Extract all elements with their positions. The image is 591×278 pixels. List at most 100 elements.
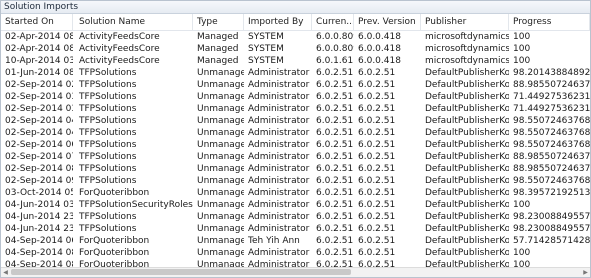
cell-type: Managed bbox=[197, 44, 239, 54]
cell-imported-by: Administrator TFP bbox=[248, 176, 312, 186]
table-row[interactable]: 04-Jun-2014 23:01 TFPSolutions Unmanaged Ad… bbox=[1, 211, 590, 223]
cell-solution-name: ForQuoteribbon bbox=[79, 236, 150, 246]
cell-prev-version: 6.0.2.51 bbox=[358, 92, 396, 102]
cell-started-on: 04-Jun-2014 23:54 bbox=[5, 224, 73, 234]
cell-started-on: 04-Sep-2014 06:15 bbox=[5, 236, 73, 246]
cell-started-on: 02-Apr-2014 08:53 bbox=[5, 32, 73, 42]
table-row[interactable]: 02-Sep-2014 03:25 TFPSolutions Unmanaged Ad… bbox=[1, 103, 590, 115]
table-row[interactable]: 04-Jun-2014 03:30 TFPSolutionSecurityRole… bbox=[1, 199, 590, 211]
table-row[interactable]: 04-Sep-2014 06:15 ForQuoteribbon Unmanaged… bbox=[1, 235, 590, 247]
cell-type: Unmanaged bbox=[197, 80, 244, 90]
table-row[interactable]: 02-Sep-2014 08:31 TFPSolutions Unmanaged Ad… bbox=[1, 163, 590, 175]
cell-solution-name: TFPSolutions bbox=[79, 212, 137, 222]
cell-progress: 71.4492753623188 bbox=[513, 92, 590, 102]
table-row[interactable]: 03-Oct-2014 05:21 ForQuoteribbon Unmanaged… bbox=[1, 187, 590, 199]
table-row[interactable]: 02-Sep-2014 07:52 TFPSolutions Unmanaged Ad… bbox=[1, 151, 590, 163]
cell-prev-version: 6.0.2.51 bbox=[358, 68, 396, 78]
cell-imported-by: Administrator TFP bbox=[248, 248, 312, 258]
table-row[interactable]: 02-Sep-2014 04:48 TFPSolutions Unmanaged Ad… bbox=[1, 127, 590, 139]
table-row[interactable]: 10-Apr-2014 03:45 ActivityFeedsCore Manage… bbox=[1, 55, 590, 67]
solution-imports-window: Solution Imports Started On Solution Nam… bbox=[0, 0, 591, 278]
cell-current-version: 6.0.2.51 bbox=[316, 80, 354, 90]
cell-type: Unmanaged bbox=[197, 152, 244, 162]
horizontal-scrollbar[interactable]: ◀ ▶ bbox=[1, 267, 590, 277]
table-row[interactable]: 02-Sep-2014 02:33 TFPSolutions Unmanaged Ad… bbox=[1, 79, 590, 91]
cell-solution-name: TFPSolutions bbox=[79, 176, 137, 186]
column-header-publisher[interactable]: Publisher bbox=[421, 14, 509, 30]
cell-imported-by: Administrator TFP bbox=[248, 212, 312, 222]
cell-publisher: microsoftdynamics bbox=[425, 32, 509, 42]
cell-solution-name: TFPSolutions bbox=[79, 224, 137, 234]
cell-solution-name: ForQuoteribbon bbox=[79, 188, 150, 198]
cell-progress: 98.2300884955752 bbox=[513, 212, 590, 222]
cell-publisher: DefaultPublisherKonicaDev bbox=[425, 128, 509, 138]
cell-imported-by: Administrator TFP bbox=[248, 104, 312, 114]
cell-solution-name: ForQuoteribbon bbox=[79, 248, 150, 258]
cell-prev-version: 6.0.2.51 bbox=[358, 104, 396, 114]
cell-prev-version: 6.0.2.51 bbox=[358, 152, 396, 162]
cell-imported-by: Administrator TFP bbox=[248, 164, 312, 174]
cell-progress: 100 bbox=[513, 32, 531, 42]
cell-started-on: 10-Apr-2014 03:45 bbox=[5, 56, 73, 66]
cell-type: Managed bbox=[197, 56, 239, 66]
table-row[interactable]: 01-Jun-2014 08:20 TFPSolutions Unmanaged Ad… bbox=[1, 67, 590, 79]
column-header-imported-by[interactable]: Imported By bbox=[244, 14, 312, 30]
column-header-started-on[interactable]: Started On bbox=[1, 14, 73, 30]
cell-started-on: 02-Sep-2014 04:10 bbox=[5, 116, 73, 126]
cell-imported-by: Administrator TFP bbox=[248, 80, 312, 90]
cell-publisher: DefaultPublisherKonicaDev bbox=[425, 92, 509, 102]
cell-publisher: DefaultPublisherKonicaDev bbox=[425, 116, 509, 126]
table-row[interactable]: 02-Sep-2014 09:12 TFPSolutions Unmanaged Ad… bbox=[1, 175, 590, 187]
table-row[interactable]: 02-Apr-2014 08:57 ActivityFeedsCore Manage… bbox=[1, 43, 590, 55]
table-row[interactable]: 02-Sep-2014 06:26 TFPSolutions Unmanaged Ad… bbox=[1, 139, 590, 151]
table-row[interactable]: 04-Sep-2014 08:20 ForQuoteribbon Unmanaged… bbox=[1, 247, 590, 259]
cell-progress: 98.2300884955752 bbox=[513, 224, 590, 234]
cell-prev-version: 6.0.2.51 bbox=[358, 164, 396, 174]
column-header-current-version[interactable]: Curren... bbox=[312, 14, 354, 30]
cell-current-version: 6.0.2.51 bbox=[316, 68, 354, 78]
column-header-prev-version[interactable]: Prev. Version bbox=[354, 14, 421, 30]
cell-type: Unmanaged bbox=[197, 224, 244, 234]
cell-solution-name: ActivityFeedsCore bbox=[79, 32, 160, 42]
scroll-right-icon[interactable]: ▶ bbox=[581, 268, 590, 277]
cell-type: Unmanaged bbox=[197, 236, 244, 246]
table-row[interactable]: 02-Sep-2014 03:03 TFPSolutions Unmanaged Ad… bbox=[1, 91, 590, 103]
column-header-progress[interactable]: Progress bbox=[509, 14, 590, 30]
cell-publisher: DefaultPublisherKonicaDev bbox=[425, 236, 509, 246]
cell-prev-version: 6.0.2.51 bbox=[358, 212, 396, 222]
cell-started-on: 04-Sep-2014 08:20 bbox=[5, 248, 73, 258]
cell-current-version: 6.0.2.51 bbox=[316, 92, 354, 102]
cell-solution-name: ActivityFeedsCore bbox=[79, 56, 160, 66]
cell-current-version: 6.0.2.51 bbox=[316, 176, 354, 186]
column-header-solution-name[interactable]: Solution Name bbox=[75, 14, 193, 30]
scroll-left-icon[interactable]: ◀ bbox=[1, 268, 10, 277]
cell-progress: 88.9855072463768 bbox=[513, 152, 590, 162]
cell-imported-by: Administrator TFP bbox=[248, 224, 312, 234]
cell-prev-version: 6.0.2.51 bbox=[358, 188, 396, 198]
cell-prev-version: 6.0.2.51 bbox=[358, 116, 396, 126]
cell-progress: 100 bbox=[513, 200, 531, 210]
cell-prev-version: 6.0.2.51 bbox=[358, 176, 396, 186]
table-row[interactable]: 02-Apr-2014 08:53 ActivityFeedsCore Manage… bbox=[1, 31, 590, 43]
cell-current-version: 6.0.2.51 bbox=[316, 236, 354, 246]
table-header: Started On Solution Name Type Imported B… bbox=[1, 14, 590, 31]
cell-solution-name: TFPSolutions bbox=[79, 116, 137, 126]
cell-progress: 98.3957219251337 bbox=[513, 188, 590, 198]
cell-publisher: DefaultPublisherKonicaDev bbox=[425, 68, 509, 78]
cell-started-on: 02-Sep-2014 03:25 bbox=[5, 104, 73, 114]
column-header-type[interactable]: Type bbox=[193, 14, 244, 30]
cell-progress: 100 bbox=[513, 248, 531, 258]
cell-imported-by: Administrator TFP bbox=[248, 188, 312, 198]
cell-type: Unmanaged bbox=[197, 212, 244, 222]
cell-publisher: DefaultPublisherKonicaDev bbox=[425, 212, 509, 222]
cell-prev-version: 6.0.2.51 bbox=[358, 248, 396, 258]
cell-solution-name: ActivityFeedsCore bbox=[79, 44, 160, 54]
scrollbar-thumb[interactable] bbox=[11, 269, 351, 275]
cell-started-on: 01-Jun-2014 08:20 bbox=[5, 68, 73, 78]
cell-started-on: 02-Sep-2014 02:33 bbox=[5, 80, 73, 90]
table-row[interactable]: 04-Jun-2014 23:54 TFPSolutions Unmanaged Ad… bbox=[1, 223, 590, 235]
table-row[interactable]: 02-Sep-2014 04:10 TFPSolutions Unmanaged Ad… bbox=[1, 115, 590, 127]
cell-type: Unmanaged bbox=[197, 92, 244, 102]
cell-progress: 98.5507246376812 bbox=[513, 140, 590, 150]
cell-publisher: DefaultPublisherKonicaDev bbox=[425, 140, 509, 150]
